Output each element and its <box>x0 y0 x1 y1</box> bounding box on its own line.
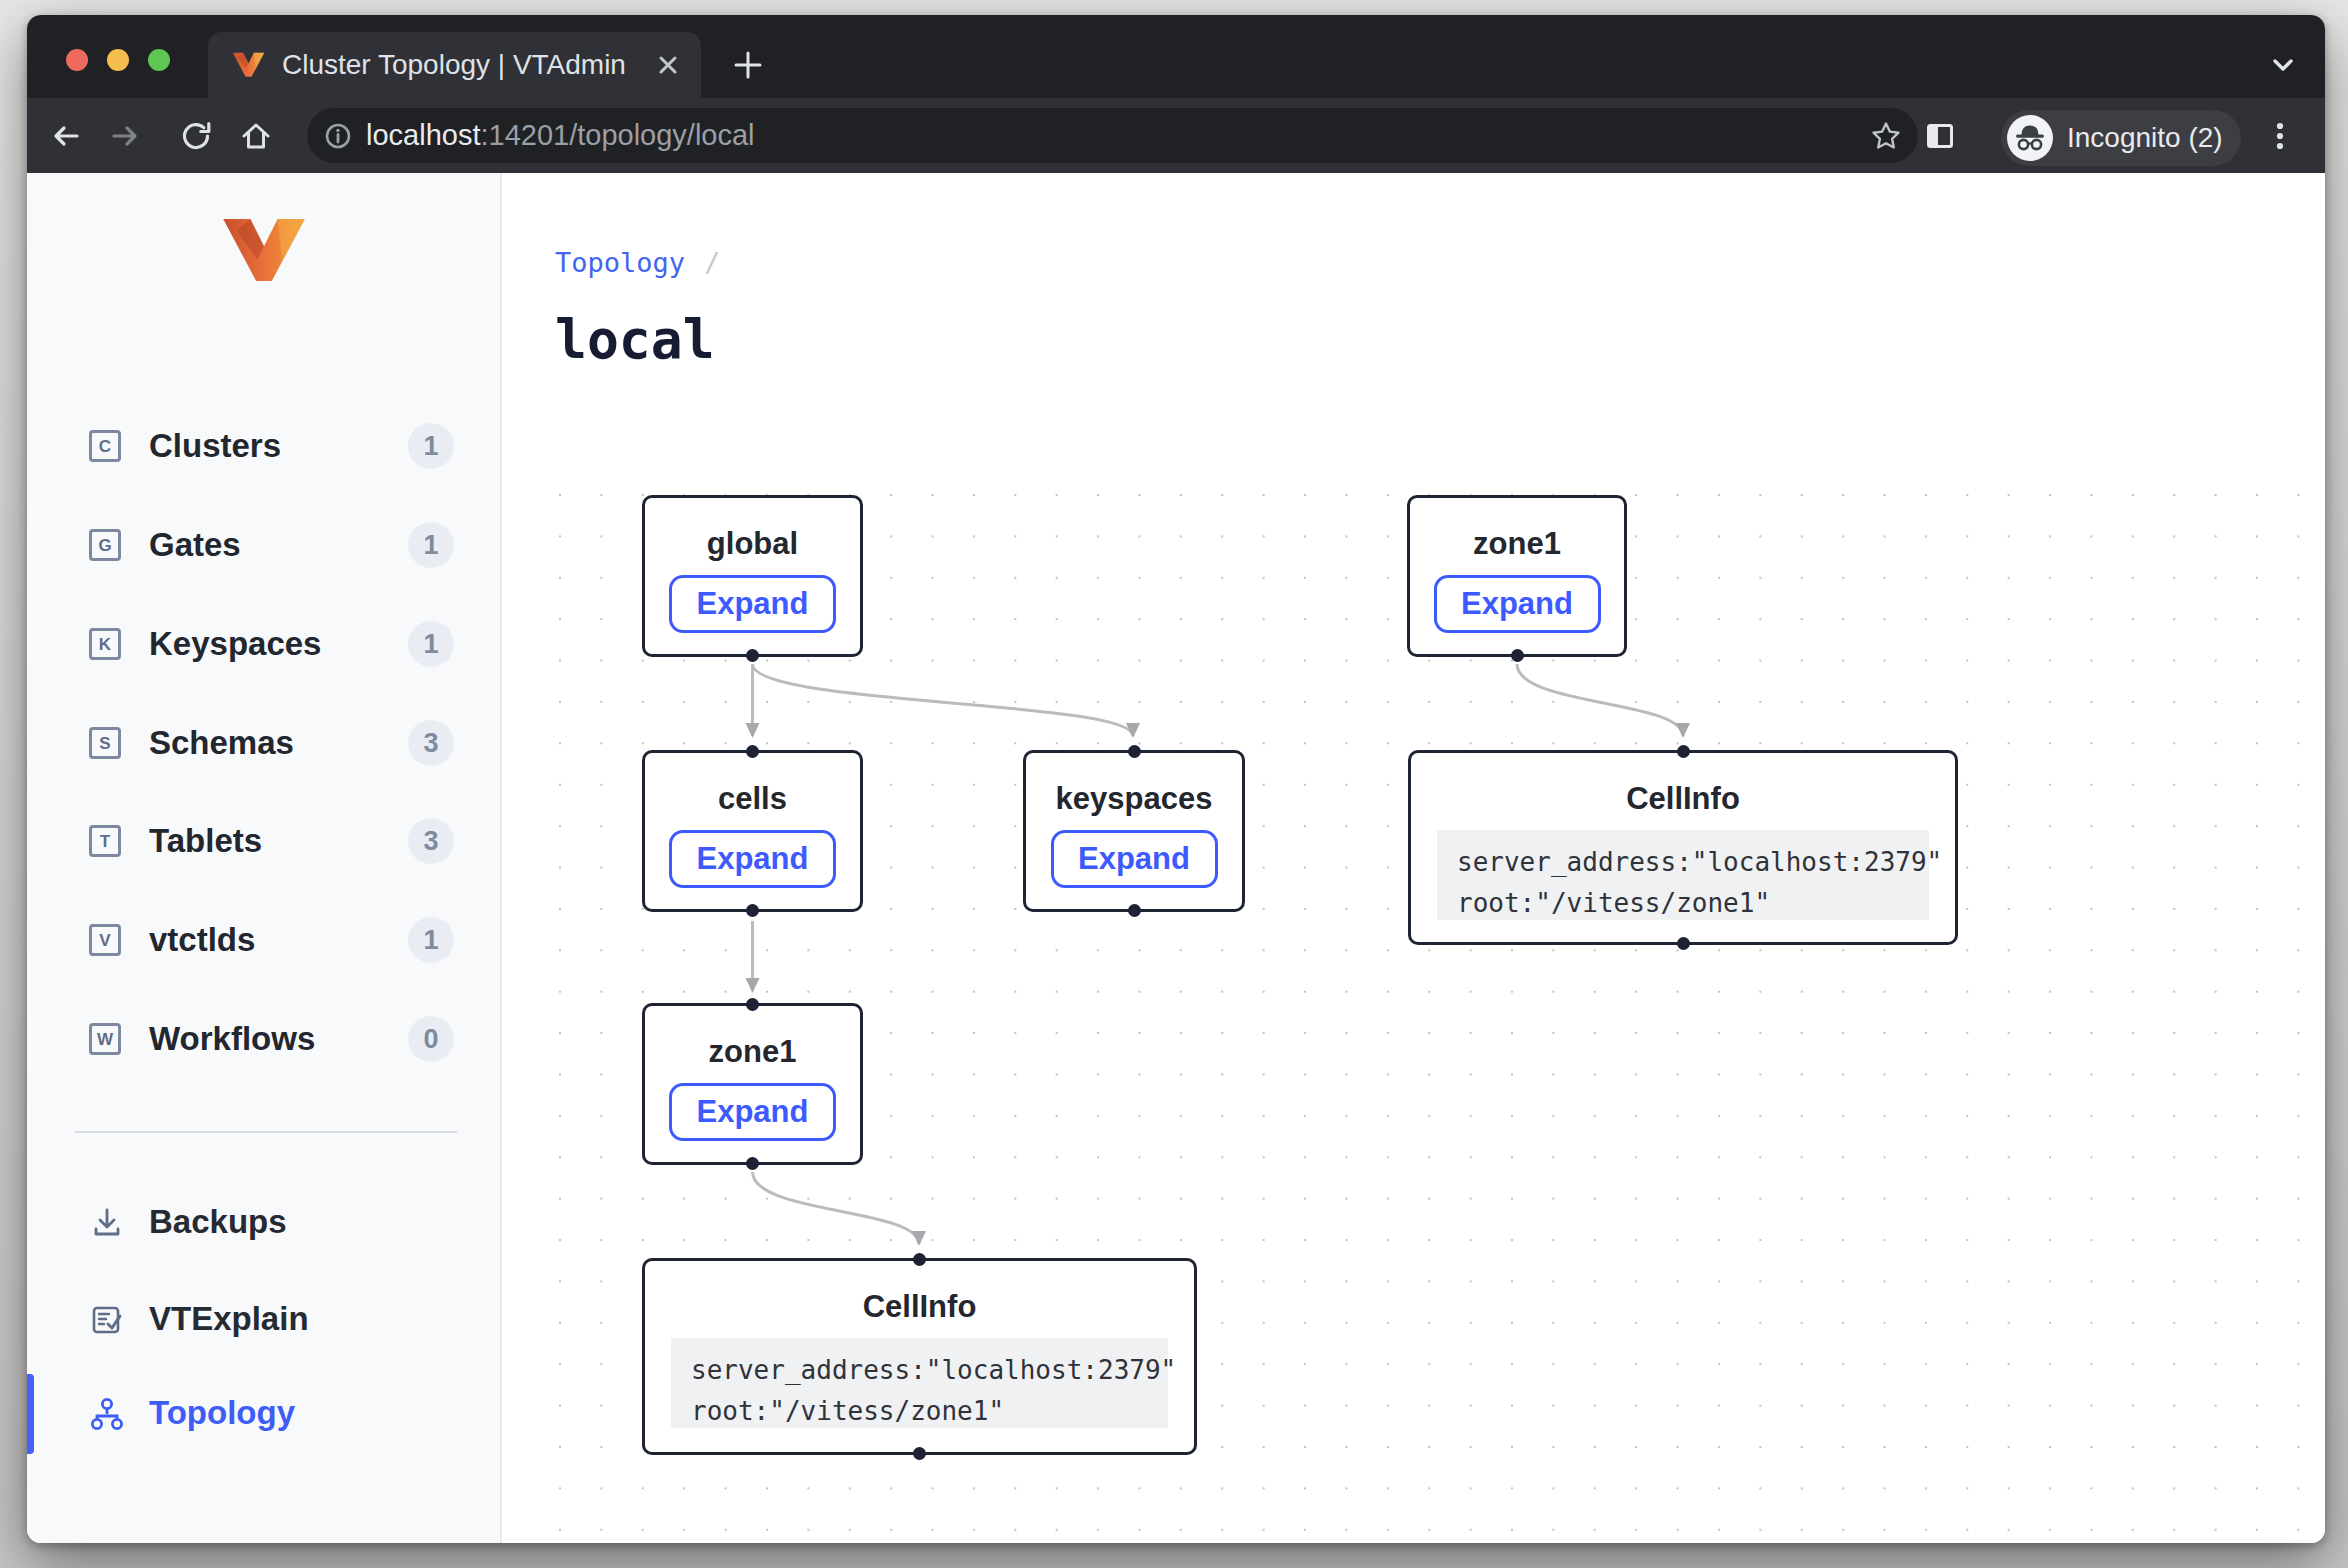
node-title: cells <box>645 781 860 817</box>
side-panel-icon[interactable] <box>1923 119 1957 153</box>
incognito-badge[interactable]: Incognito (2) <box>2001 110 2241 166</box>
zoom-window-button[interactable] <box>148 49 170 71</box>
connection-handle <box>1128 745 1141 758</box>
main-content: Topology / local global <box>504 173 2325 1543</box>
expand-button-cells[interactable]: Expand <box>669 830 836 888</box>
gates-icon: G <box>89 529 121 561</box>
tablets-icon: T <box>89 825 121 857</box>
count-badge: 1 <box>408 522 454 568</box>
connection-handle <box>1677 745 1690 758</box>
url-text: localhost:14201/topology/local <box>366 119 755 152</box>
new-tab-button[interactable] <box>727 44 769 86</box>
cellinfo-code: server_address:"localhost:2379" root:"/v… <box>671 1338 1168 1428</box>
count-badge: 3 <box>408 818 454 864</box>
reload-button[interactable] <box>179 119 213 153</box>
forward-button[interactable] <box>108 119 142 153</box>
page-title: local <box>555 309 715 370</box>
site-info-icon[interactable] <box>323 121 353 151</box>
incognito-icon <box>2007 115 2053 161</box>
node-global[interactable]: global Expand <box>642 495 863 657</box>
sidebar-item-topology[interactable]: Topology <box>27 1383 500 1445</box>
connection-handle <box>746 745 759 758</box>
workflows-icon: W <box>89 1023 121 1055</box>
node-title: zone1 <box>645 1034 860 1070</box>
topology-graph[interactable]: global Expand zone1 Expand cells Expand <box>540 470 2325 1543</box>
sidebar-item-vtexplain[interactable]: VTExplain <box>27 1289 500 1351</box>
sidebar-item-clusters[interactable]: C Clusters 1 <box>27 416 500 478</box>
url-host: localhost <box>366 119 480 151</box>
sidebar-item-keyspaces[interactable]: K Keyspaces 1 <box>27 614 500 676</box>
connection-handle <box>1677 937 1690 950</box>
download-icon <box>89 1205 125 1241</box>
connection-handle <box>1511 649 1524 662</box>
node-cells[interactable]: cells Expand <box>642 750 863 912</box>
schemas-icon: S <box>89 727 121 759</box>
sidebar-item-workflows[interactable]: W Workflows 0 <box>27 1009 500 1071</box>
node-keyspaces[interactable]: keyspaces Expand <box>1023 750 1245 912</box>
vtadmin-app: C Clusters 1 G Gates 1 K Keyspaces 1 S S… <box>27 173 2325 1543</box>
node-cellinfo-zone1[interactable]: CellInfo server_address:"localhost:2379"… <box>1408 750 1958 945</box>
home-button[interactable] <box>239 119 273 153</box>
tab-search-chevron-icon[interactable] <box>2268 50 2298 80</box>
node-title: keyspaces <box>1026 781 1242 817</box>
sidebar: C Clusters 1 G Gates 1 K Keyspaces 1 S S… <box>27 173 502 1543</box>
count-badge: 1 <box>408 621 454 667</box>
browser-window: Cluster Topology | VTAdmin <box>27 15 2325 1543</box>
browser-toolbar: localhost:14201/topology/local Incognito… <box>27 98 2325 173</box>
connection-handle <box>913 1447 926 1460</box>
sidebar-item-backups[interactable]: Backups <box>27 1192 500 1254</box>
bookmark-star-icon[interactable] <box>1869 119 1903 153</box>
sidebar-item-schemas[interactable]: S Schemas 3 <box>27 713 500 775</box>
count-badge: 1 <box>408 423 454 469</box>
clusters-icon: C <box>89 430 121 462</box>
connection-handle <box>746 998 759 1011</box>
node-cellinfo-local[interactable]: CellInfo server_address:"localhost:2379"… <box>642 1258 1197 1455</box>
breadcrumb-separator: / <box>704 247 720 278</box>
breadcrumb: Topology / <box>555 247 720 278</box>
vitess-logo <box>221 217 307 285</box>
active-nav-indicator <box>27 1374 34 1454</box>
connection-handle <box>746 904 759 917</box>
connection-handle <box>746 649 759 662</box>
document-check-icon <box>89 1302 125 1338</box>
incognito-label: Incognito (2) <box>2067 122 2223 154</box>
expand-button-global[interactable]: Expand <box>669 575 836 633</box>
node-title: zone1 <box>1410 526 1624 562</box>
back-button[interactable] <box>49 119 83 153</box>
close-window-button[interactable] <box>66 49 88 71</box>
node-title: CellInfo <box>645 1289 1194 1325</box>
browser-titlebar: Cluster Topology | VTAdmin <box>27 15 2325 98</box>
sidebar-item-vtctlds[interactable]: V vtctlds 1 <box>27 910 500 972</box>
node-zone1-cell[interactable]: zone1 Expand <box>642 1003 863 1165</box>
keyspaces-icon: K <box>89 628 121 660</box>
node-title: CellInfo <box>1411 781 1955 817</box>
tab-title: Cluster Topology | VTAdmin <box>282 49 626 81</box>
sidebar-item-gates[interactable]: G Gates 1 <box>27 515 500 577</box>
minimize-window-button[interactable] <box>107 49 129 71</box>
node-zone1[interactable]: zone1 Expand <box>1407 495 1627 657</box>
count-badge: 3 <box>408 720 454 766</box>
topology-icon <box>89 1396 125 1432</box>
address-bar[interactable]: localhost:14201/topology/local <box>307 108 1918 163</box>
url-path: :14201/topology/local <box>480 119 754 151</box>
vtctlds-icon: V <box>89 924 121 956</box>
expand-button-zone1[interactable]: Expand <box>1434 575 1601 633</box>
cellinfo-code: server_address:"localhost:2379" root:"/v… <box>1437 830 1929 920</box>
expand-button-zone1-cell[interactable]: Expand <box>669 1083 836 1141</box>
connection-handle <box>913 1253 926 1266</box>
traffic-lights <box>66 49 170 71</box>
browser-tab[interactable]: Cluster Topology | VTAdmin <box>208 32 701 98</box>
sidebar-divider <box>75 1131 457 1133</box>
count-badge: 0 <box>408 1016 454 1062</box>
breadcrumb-topology-link[interactable]: Topology <box>555 247 685 278</box>
connection-handle <box>1128 904 1141 917</box>
connection-handle <box>746 1157 759 1170</box>
vitess-logo-icon <box>232 50 265 80</box>
tab-close-icon[interactable] <box>653 50 683 80</box>
count-badge: 1 <box>408 917 454 963</box>
sidebar-item-tablets[interactable]: T Tablets 3 <box>27 811 500 873</box>
expand-button-keyspaces[interactable]: Expand <box>1051 830 1218 888</box>
node-title: global <box>645 526 860 562</box>
browser-menu-kebab-icon[interactable] <box>2263 119 2297 153</box>
